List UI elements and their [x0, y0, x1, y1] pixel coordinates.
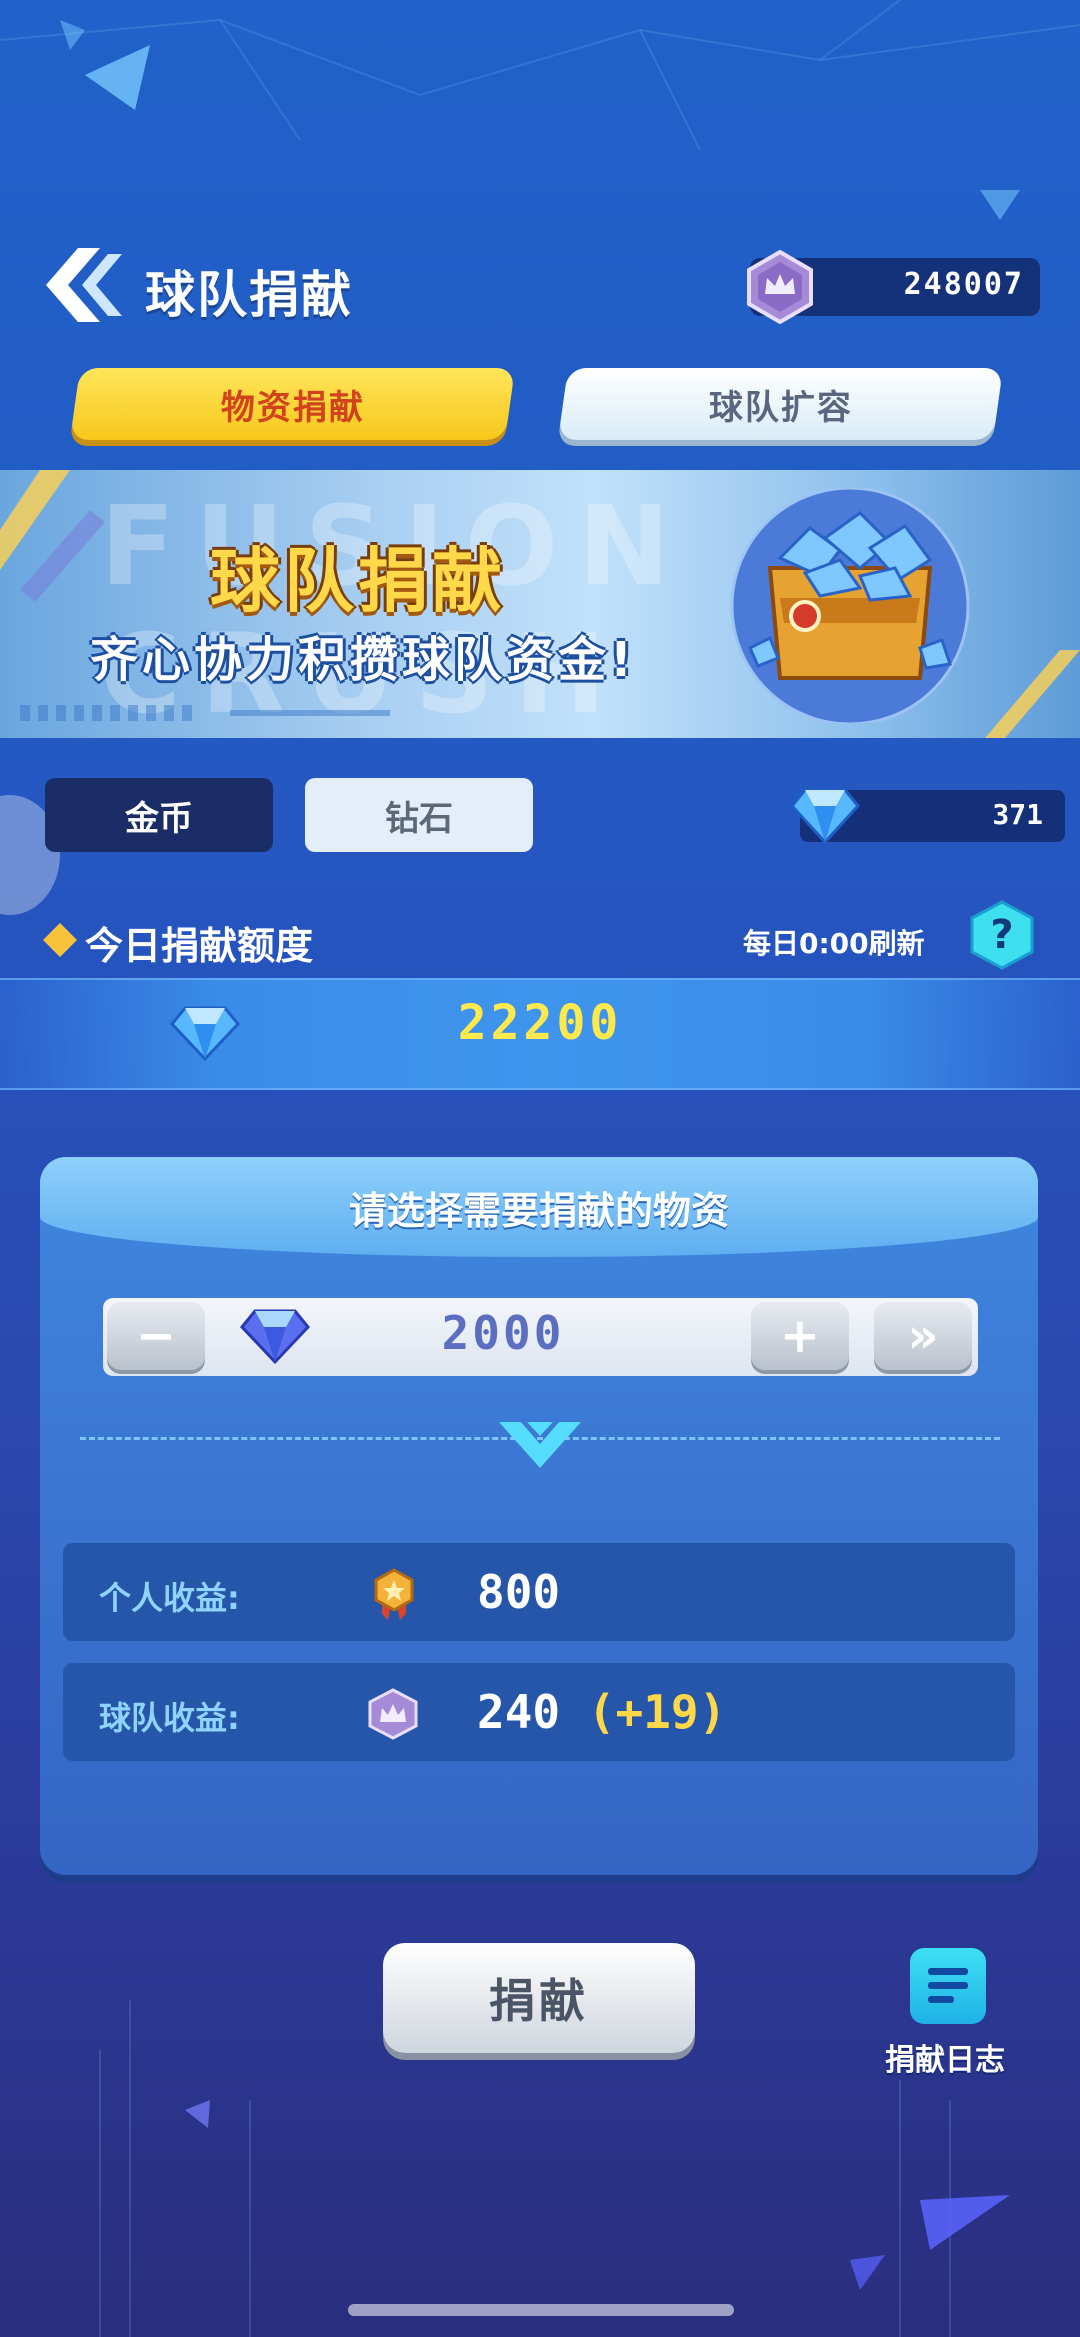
- back-button[interactable]: [30, 240, 130, 330]
- team-reward-value: 240 (+19): [477, 1685, 726, 1739]
- panel-title: 请选择需要捐献的物资: [348, 1189, 729, 1233]
- team-reward-bonus: (+19): [587, 1685, 727, 1739]
- daily-quota-value: 22200: [457, 995, 623, 1051]
- tab-supply-donation[interactable]: 物资捐献: [69, 368, 516, 440]
- quantity-stepper: − 2000 + »: [103, 1298, 978, 1376]
- tab-team-expansion[interactable]: 球队扩容: [557, 368, 1004, 440]
- team-reward-row: 球队收益: 240 (+19): [63, 1663, 1015, 1761]
- personal-reward-amount: 800: [477, 1565, 561, 1619]
- tab-gold-coins[interactable]: 金币: [45, 778, 273, 852]
- bullet-diamond-icon: [43, 923, 77, 957]
- personal-reward-label: 个人收益:: [99, 1579, 240, 1617]
- home-indicator[interactable]: [348, 2304, 734, 2316]
- donation-panel: [40, 1157, 1038, 1875]
- team-reward-label: 球队收益:: [99, 1699, 240, 1737]
- treasure-chest-icon: [730, 488, 970, 723]
- refresh-time-text: 每日0:00刷新: [743, 927, 925, 960]
- medal-icon: [374, 1568, 414, 1620]
- donation-amount[interactable]: 2000: [303, 1306, 703, 1360]
- tab-team-expansion-label: 球队扩容: [708, 387, 853, 428]
- max-button[interactable]: »: [874, 1302, 972, 1370]
- diamond-icon: [240, 1309, 310, 1365]
- diamond-balance-value: 371: [992, 798, 1043, 831]
- donation-log-button[interactable]: [910, 1948, 986, 2024]
- decrease-button[interactable]: −: [107, 1302, 205, 1370]
- diamond-icon: [790, 788, 860, 845]
- tab-diamonds[interactable]: 钻石: [305, 778, 533, 852]
- daily-quota-label: 今日捐献额度: [85, 924, 314, 968]
- personal-reward-row: 个人收益: 800: [63, 1543, 1015, 1641]
- personal-reward-value: 800: [477, 1565, 560, 1619]
- crown-badge-icon: [368, 1688, 418, 1740]
- increase-button[interactable]: +: [751, 1302, 849, 1370]
- team-reward-amount: 240: [477, 1685, 561, 1739]
- banner-title: 球队捐献: [210, 540, 506, 622]
- banner-subtitle: 齐心协力积攒球队资金!: [90, 632, 636, 688]
- help-button[interactable]: ?: [970, 900, 1034, 970]
- chevron-down-icon: [499, 1422, 581, 1468]
- crown-badge-icon: [747, 250, 813, 324]
- donation-log-label[interactable]: 捐献日志: [885, 2035, 1005, 2079]
- donate-button[interactable]: 捐献: [383, 1943, 695, 2053]
- team-coin-value: 248007: [903, 267, 1024, 302]
- question-icon: ?: [970, 900, 1034, 970]
- help-glyph: ?: [990, 912, 1013, 958]
- tab-supply-donation-label: 物资捐献: [220, 387, 365, 428]
- back-arrow-icon: [46, 248, 122, 322]
- list-icon: [928, 1968, 968, 2003]
- page-title: 球队捐献: [145, 266, 353, 324]
